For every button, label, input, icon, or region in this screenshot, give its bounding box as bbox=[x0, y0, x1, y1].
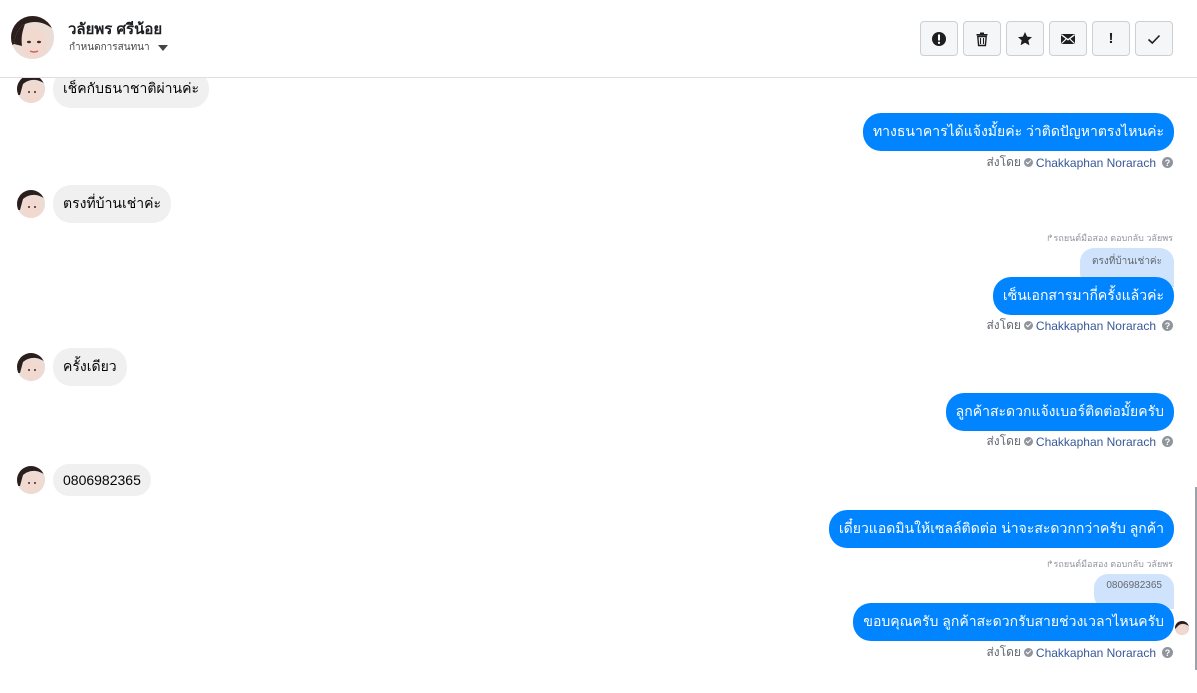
spam-button[interactable]: ! bbox=[1092, 21, 1130, 56]
outgoing-message-bubble[interactable]: เซ็นเอกสารมากี่ครั้งแล้วค่ะ bbox=[992, 277, 1174, 315]
conversation-header: วลัยพร ศรีน้อย กำหนดการสนทนา ! bbox=[0, 0, 1197, 78]
help-icon[interactable]: ? bbox=[1162, 436, 1173, 447]
sender-avatar[interactable] bbox=[17, 353, 45, 381]
mark-done-button[interactable] bbox=[1135, 21, 1173, 56]
outgoing-message-bubble[interactable]: ลูกค้าสะดวกแจ้งเบอร์ติดต่อมั้ยครับ bbox=[945, 393, 1174, 431]
sent-by-prefix: ส่งโดย bbox=[986, 645, 1021, 659]
contact-name: วลัยพร ศรีน้อย bbox=[68, 21, 163, 38]
sender-avatar[interactable] bbox=[17, 78, 45, 103]
agent-name-link[interactable]: Chakkaphan Norarach bbox=[1036, 156, 1156, 170]
help-icon[interactable]: ? bbox=[1162, 647, 1173, 658]
sent-by-line: ส่งโดย Chakkaphan Norarach ? bbox=[986, 153, 1173, 172]
verified-icon bbox=[1023, 437, 1033, 446]
trash-icon bbox=[976, 32, 988, 46]
verified-icon bbox=[1023, 648, 1033, 657]
reply-context-note: ↱รถยนต์มือสอง ตอบกลับ วลัยพร bbox=[1046, 559, 1173, 569]
envelope-icon bbox=[1061, 33, 1075, 44]
star-button[interactable] bbox=[1006, 21, 1044, 56]
incoming-message: เช็คกับธนาชาติผ่านค่ะ bbox=[17, 78, 209, 108]
alert-button[interactable] bbox=[920, 21, 958, 56]
message-bubble[interactable]: เช็คกับธนาชาติผ่านค่ะ bbox=[53, 78, 209, 108]
incoming-message: ตรงที่บ้านเช่าค่ะ bbox=[17, 185, 172, 223]
message-bubble[interactable]: ตรงที่บ้านเช่าค่ะ bbox=[53, 185, 172, 223]
sender-avatar[interactable] bbox=[17, 466, 45, 494]
verified-icon bbox=[1023, 158, 1033, 167]
outgoing-message-bubble[interactable]: ขอบคุณครับ ลูกค้าสะดวกรับสายช่วงเวลาไหนค… bbox=[853, 603, 1174, 641]
agent-name-link[interactable]: Chakkaphan Norarach bbox=[1036, 319, 1156, 333]
help-icon[interactable]: ? bbox=[1162, 157, 1173, 168]
conversation-label-dropdown[interactable]: กำหนดการสนทนา bbox=[69, 40, 168, 55]
star-icon bbox=[1018, 31, 1032, 45]
checkmark-icon bbox=[1147, 34, 1161, 44]
alert-circle-icon bbox=[932, 31, 946, 46]
agent-name-link[interactable]: Chakkaphan Norarach bbox=[1036, 435, 1156, 449]
exclamation-icon: ! bbox=[1108, 30, 1114, 47]
sent-by-prefix: ส่งโดย bbox=[986, 155, 1021, 169]
sent-by-prefix: ส่งโดย bbox=[986, 434, 1021, 448]
sent-by-prefix: ส่งโดย bbox=[986, 318, 1021, 332]
help-icon[interactable]: ? bbox=[1162, 320, 1173, 331]
mark-unread-button[interactable] bbox=[1049, 21, 1087, 56]
incoming-message: ครั้งเดียว bbox=[17, 348, 127, 386]
message-thread: เช็คกับธนาชาติผ่านค่ะ ทางธนาคารได้แจ้งมั… bbox=[0, 78, 1197, 693]
sent-by-line: ส่งโดย Chakkaphan Norarach ? bbox=[986, 432, 1173, 451]
sent-by-line: ส่งโดย Chakkaphan Norarach ? bbox=[986, 643, 1173, 662]
label-select-text: กำหนดการสนทนา bbox=[69, 42, 150, 53]
read-receipt-avatar bbox=[1175, 621, 1189, 635]
sender-avatar[interactable] bbox=[17, 190, 45, 218]
sent-by-line: ส่งโดย Chakkaphan Norarach ? bbox=[986, 316, 1173, 335]
reply-context-note: ↱รถยนต์มือสอง ตอบกลับ วลัยพร bbox=[1046, 233, 1173, 243]
outgoing-message-bubble[interactable]: เดี๋ยวแอดมินให้เซลล์ติดต่อ น่าจะสะดวกกว่… bbox=[828, 510, 1174, 548]
delete-button[interactable] bbox=[963, 21, 1001, 56]
action-toolbar: ! bbox=[920, 21, 1173, 56]
message-bubble[interactable]: 0806982365 bbox=[53, 464, 151, 496]
verified-icon bbox=[1023, 321, 1033, 330]
caret-down-icon bbox=[157, 44, 168, 51]
contact-avatar[interactable] bbox=[11, 16, 54, 59]
outgoing-message-bubble[interactable]: ทางธนาคารได้แจ้งมั้ยค่ะ ว่าติดปัญหาตรงไห… bbox=[862, 113, 1174, 151]
incoming-message: 0806982365 bbox=[17, 464, 151, 496]
message-bubble[interactable]: ครั้งเดียว bbox=[53, 348, 127, 386]
agent-name-link[interactable]: Chakkaphan Norarach bbox=[1036, 646, 1156, 660]
